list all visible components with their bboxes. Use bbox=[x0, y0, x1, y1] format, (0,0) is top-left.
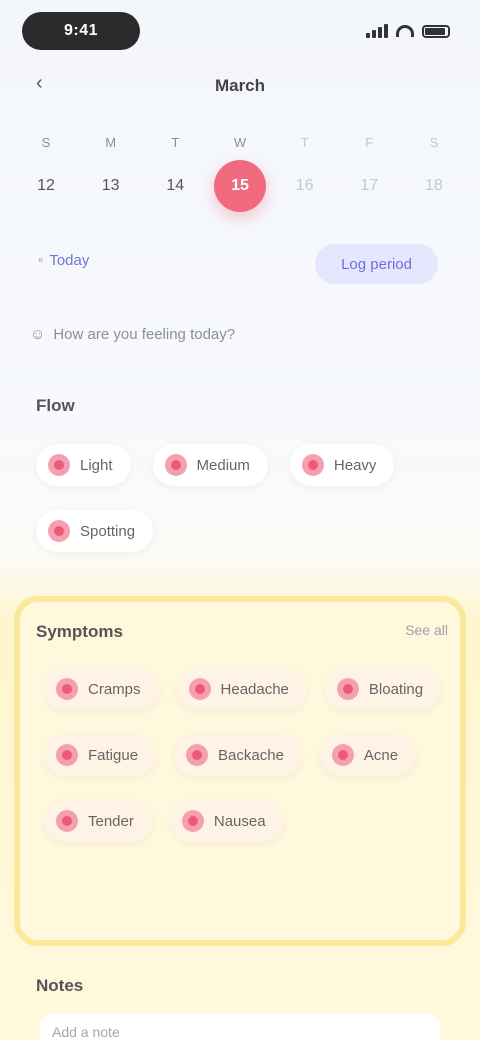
weekday-label: M bbox=[105, 134, 117, 150]
weekday-label: S bbox=[429, 134, 439, 150]
flow-chip-heavy[interactable]: Heavy bbox=[289, 444, 395, 486]
day-2[interactable]: T 14 bbox=[147, 130, 203, 212]
flow-chip-medium[interactable]: Medium bbox=[152, 444, 268, 486]
day-0[interactable]: S 12 bbox=[18, 130, 74, 212]
symptoms-title: Symptoms bbox=[36, 622, 123, 641]
symptom-chip-acne[interactable]: Acne bbox=[319, 734, 417, 776]
symptom-chip-headache[interactable]: Headache bbox=[176, 668, 307, 710]
day-number: 12 bbox=[37, 177, 55, 194]
symptom-chip-bloating[interactable]: Bloating bbox=[324, 668, 442, 710]
day-1[interactable]: M 13 bbox=[83, 130, 139, 212]
smile-icon: ☺ bbox=[30, 326, 46, 343]
symptom-icon bbox=[336, 678, 359, 700]
day-5[interactable]: F 17 bbox=[341, 130, 397, 212]
calendar-icon: ◦ bbox=[38, 252, 44, 269]
drop-icon bbox=[164, 454, 187, 476]
day-number: 14 bbox=[166, 177, 185, 194]
system-icons bbox=[366, 24, 450, 38]
chip-label: Acne bbox=[363, 746, 399, 764]
day-4[interactable]: T 16 bbox=[277, 130, 333, 212]
day-number: 13 bbox=[101, 177, 120, 194]
drop-icon bbox=[48, 454, 70, 476]
symptom-chip-nausea[interactable]: Nausea bbox=[169, 800, 284, 842]
chip-label: Nausea bbox=[213, 812, 266, 830]
day-number: 17 bbox=[360, 177, 379, 194]
flow-title: Flow bbox=[36, 396, 75, 415]
drop-icon bbox=[301, 454, 324, 476]
day-6[interactable]: S 18 bbox=[406, 130, 462, 212]
chip-label: Medium bbox=[196, 456, 250, 474]
status-time: 9:41 bbox=[22, 12, 140, 50]
chip-label: Light bbox=[80, 456, 113, 474]
symptom-icon bbox=[56, 810, 78, 832]
see-all-link[interactable]: See all bbox=[405, 622, 448, 638]
drop-icon bbox=[48, 520, 70, 542]
weekday-label: W bbox=[233, 134, 247, 150]
month-title: March bbox=[214, 76, 266, 95]
log-period-button[interactable]: Log period bbox=[315, 244, 438, 284]
weekday-label: S bbox=[41, 134, 51, 150]
signal-icon bbox=[366, 24, 388, 38]
chip-label: Backache bbox=[218, 746, 284, 764]
symptom-icon bbox=[56, 678, 78, 700]
weekday-label: T bbox=[171, 134, 180, 150]
battery-icon bbox=[422, 24, 450, 38]
notes-title: Notes bbox=[36, 976, 84, 995]
flow-chips: Light Medium Heavy Spotting bbox=[36, 444, 456, 552]
chip-label: Tender bbox=[88, 812, 134, 830]
symptom-icon bbox=[188, 678, 211, 700]
mood-prompt-text: How are you feeling today? bbox=[53, 326, 236, 343]
day-number: 16 bbox=[295, 177, 314, 194]
week-strip: S 12 M 13 T 14 W 15 T 16 F 17 S 18 bbox=[18, 130, 462, 212]
chip-label: Heavy bbox=[333, 456, 377, 474]
day-selected[interactable]: W 15 bbox=[212, 130, 268, 212]
chip-label: Bloating bbox=[368, 680, 424, 698]
flow-chip-spotting[interactable]: Spotting bbox=[36, 510, 154, 552]
actions-row: ◦ Today Log period bbox=[30, 244, 450, 284]
chip-label: Spotting bbox=[80, 522, 136, 540]
today-label: Today bbox=[49, 252, 90, 269]
chip-label: Fatigue bbox=[88, 746, 139, 764]
weekday-label: F bbox=[365, 134, 374, 150]
symptom-chip-cramps[interactable]: Cramps bbox=[44, 668, 159, 710]
symptom-icon bbox=[181, 810, 204, 832]
status-bar: 9:41 bbox=[0, 0, 480, 64]
today-link[interactable]: ◦ Today bbox=[38, 252, 89, 269]
chip-label: Headache bbox=[220, 680, 289, 698]
symptom-chip-fatigue[interactable]: Fatigue bbox=[44, 734, 157, 776]
flow-chip-light[interactable]: Light bbox=[36, 444, 131, 486]
day-number: 18 bbox=[425, 177, 443, 194]
symptom-icon bbox=[331, 744, 354, 766]
symptom-icon bbox=[56, 744, 78, 766]
symptom-chip-tender[interactable]: Tender bbox=[44, 800, 152, 842]
weekday-label: T bbox=[300, 134, 309, 150]
symptom-chips: Cramps Headache Bloating Fatigue Backach… bbox=[44, 668, 444, 842]
day-number: 15 bbox=[213, 160, 266, 212]
wifi-icon bbox=[396, 25, 414, 37]
note-input[interactable]: Add a note bbox=[40, 1014, 440, 1040]
chip-label: Cramps bbox=[88, 680, 141, 698]
symptom-icon bbox=[186, 744, 209, 766]
symptom-chip-backache[interactable]: Backache bbox=[174, 734, 302, 776]
mood-prompt[interactable]: ☺ How are you feeling today? bbox=[30, 326, 235, 343]
